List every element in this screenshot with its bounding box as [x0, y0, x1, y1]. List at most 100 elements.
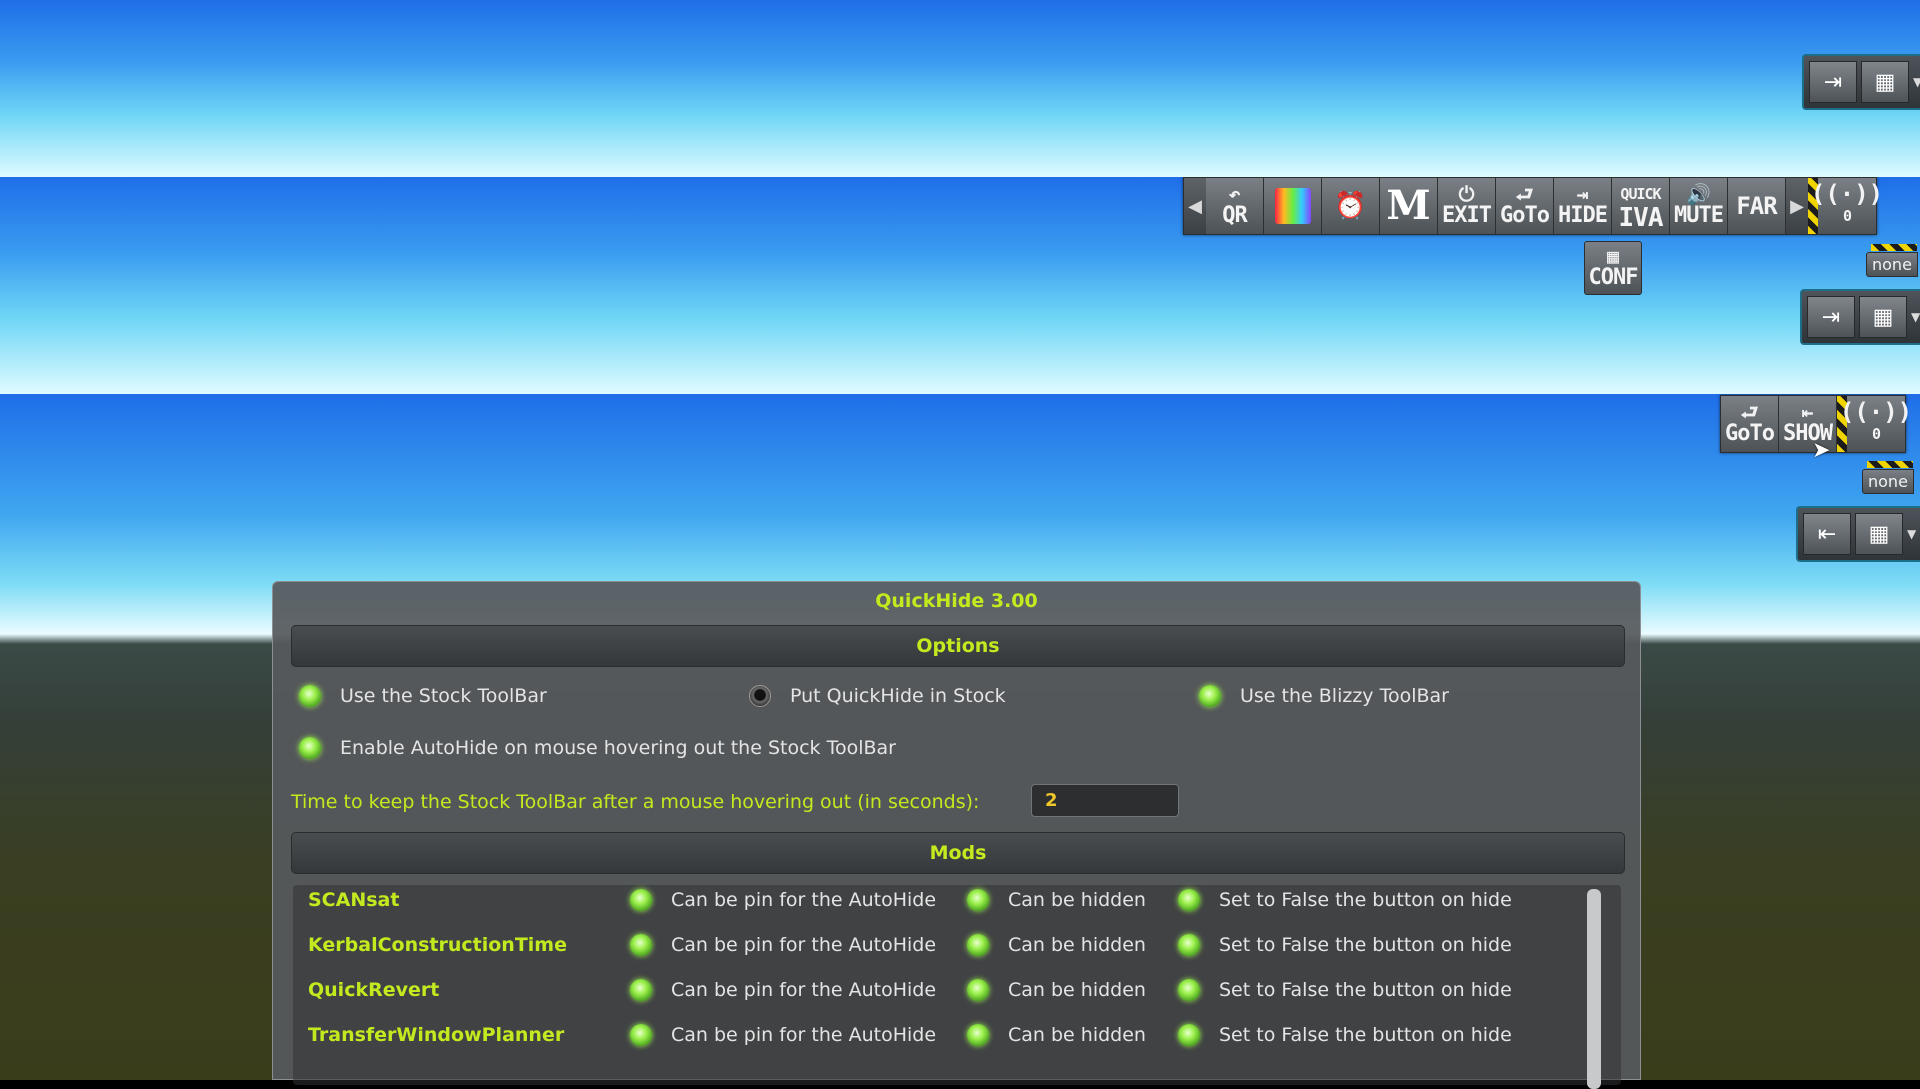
config-icon: ▦	[1868, 521, 1890, 547]
hidden-toggle[interactable]: Can be hidden	[967, 979, 1146, 1001]
blizzy-dropdown-icon[interactable]: ▼	[1907, 513, 1917, 555]
option-label: Use the Stock ToolBar	[340, 685, 547, 707]
show-button-blizzy[interactable]: ⇤	[1803, 513, 1851, 555]
antenna-count: 0	[1842, 207, 1852, 225]
mod-name: QuickRevert	[308, 979, 440, 1001]
conf-button-blizzy[interactable]: ▦	[1855, 513, 1903, 555]
return-arrow-icon: ⮐	[1740, 400, 1759, 424]
power-icon: ⏻	[1458, 182, 1475, 206]
timer-input[interactable]: 2	[1031, 784, 1179, 817]
hide-button[interactable]: ⇥ HIDE	[1554, 178, 1612, 234]
antenna-button[interactable]: ((·)) 0	[1811, 178, 1883, 234]
toggle-on-icon	[1199, 685, 1221, 707]
show-arrow-icon: ⇤	[1817, 521, 1837, 547]
goto-button[interactable]: ⮐ GoTo	[1721, 396, 1779, 452]
mod-name: TransferWindowPlanner	[308, 1024, 565, 1046]
list-item: QuickRevert Can be pin for the AutoHide …	[293, 975, 1593, 1007]
enable-autohide-toggle[interactable]: Enable AutoHide on mouse hovering out th…	[299, 737, 896, 759]
toggle-on-icon	[299, 737, 321, 759]
exit-button[interactable]: ⏻ EXIT	[1438, 178, 1496, 234]
mechjeb-button[interactable]: M	[1380, 178, 1438, 234]
option-label: Can be hidden	[1008, 1024, 1146, 1046]
mods-header: Mods	[291, 832, 1625, 874]
alarm-clock-button[interactable]: ⏰	[1322, 178, 1380, 234]
option-label: Can be pin for the AutoHide	[671, 1024, 937, 1046]
toolbar-left-arrow-icon[interactable]: ◀	[1184, 178, 1206, 234]
button-label: CONF	[1588, 265, 1639, 290]
blizzy-toolbar: ⇥ ▦ ▼	[1800, 289, 1920, 345]
button-label: QR	[1222, 203, 1247, 228]
put-in-stock-toggle[interactable]: Put QuickHide in Stock	[749, 685, 1006, 707]
quickhide-window: QuickHide 3.00 Options Use the Stock Too…	[272, 581, 1641, 1089]
antenna-icon: ((·))	[1810, 180, 1884, 208]
false-on-hide-toggle[interactable]: Set to False the button on hide	[1178, 889, 1512, 911]
far-button[interactable]: FAR	[1728, 178, 1786, 234]
option-label: Can be pin for the AutoHide	[671, 889, 937, 911]
option-label: Set to False the button on hide	[1219, 934, 1512, 956]
use-blizzy-toggle[interactable]: Use the Blizzy ToolBar	[1199, 685, 1449, 707]
goto-button[interactable]: ⮐ GoTo	[1496, 178, 1554, 234]
conf-button-blizzy[interactable]: ▦	[1861, 61, 1909, 103]
toggle-on-icon	[630, 934, 652, 956]
list-item: SCANsat Can be pin for the AutoHide Can …	[293, 885, 1593, 917]
mods-scrollbar[interactable]	[1587, 889, 1601, 1089]
toggle-on-icon	[1178, 979, 1200, 1001]
pin-toggle[interactable]: Can be pin for the AutoHide	[630, 934, 936, 956]
toggle-on-icon	[1178, 1024, 1200, 1046]
options-header: Options	[291, 625, 1625, 667]
false-on-hide-toggle[interactable]: Set to False the button on hide	[1178, 979, 1512, 1001]
option-label: Can be pin for the AutoHide	[671, 934, 937, 956]
antenna-count: 0	[1871, 425, 1881, 443]
list-item: TransferWindowPlanner Can be pin for the…	[293, 1020, 1593, 1052]
hide-button-blizzy[interactable]: ⇥	[1807, 296, 1855, 338]
false-on-hide-toggle[interactable]: Set to False the button on hide	[1178, 934, 1512, 956]
blizzy-toolbar: ⇤ ▦ ▼	[1796, 506, 1920, 562]
antenna-icon: ((·))	[1839, 398, 1913, 426]
option-label: Set to False the button on hide	[1219, 1024, 1512, 1046]
conf-button[interactable]: ▦ CONF	[1584, 241, 1642, 295]
show-arrow-icon: ⇤	[1801, 400, 1814, 424]
hide-arrow-icon: ⇥	[1821, 304, 1841, 330]
hide-arrow-icon: ⇥	[1823, 69, 1843, 95]
toggle-on-icon	[630, 889, 652, 911]
mouse-cursor-icon: ➤	[1812, 438, 1831, 463]
quick-iva-button[interactable]: QUICK IVA	[1612, 178, 1670, 234]
hidden-toggle[interactable]: Can be hidden	[967, 1024, 1146, 1046]
button-label: EXIT	[1442, 203, 1492, 228]
pin-toggle[interactable]: Can be pin for the AutoHide	[630, 1024, 936, 1046]
hide-button-blizzy[interactable]: ⇥	[1809, 61, 1857, 103]
blizzy-dropdown-icon[interactable]: ▼	[1911, 296, 1920, 338]
option-label: Can be hidden	[1008, 889, 1146, 911]
toggle-on-icon	[1178, 934, 1200, 956]
hide-arrow-icon: ⇥	[1576, 182, 1589, 206]
toggle-on-icon	[630, 979, 652, 1001]
stock-toolbar: ◀ ↶ QR ⏰ M ⏻ EXIT ⮐ GoTo ⇥ HIDE QUICK IVA 🔊 MU…	[1183, 177, 1883, 235]
false-on-hide-toggle[interactable]: Set to False the button on hide	[1178, 1024, 1512, 1046]
toggle-on-icon	[967, 934, 989, 956]
option-label: Set to False the button on hide	[1219, 889, 1512, 911]
mute-button[interactable]: 🔊 MUTE	[1670, 178, 1728, 234]
option-label: Set to False the button on hide	[1219, 979, 1512, 1001]
hidden-toggle[interactable]: Can be hidden	[967, 889, 1146, 911]
button-label: MUTE	[1674, 203, 1724, 228]
toolbar-right-arrow-icon[interactable]: ▶	[1786, 178, 1808, 234]
antenna-button[interactable]: ((·)) 0	[1840, 396, 1912, 452]
button-label: GoTo	[1500, 203, 1550, 228]
hidden-toggle[interactable]: Can be hidden	[967, 934, 1146, 956]
scene-strip-2: ◀ ↶ QR ⏰ M ⏻ EXIT ⮐ GoTo ⇥ HIDE QUICK IVA 🔊 MU…	[0, 177, 1920, 394]
blizzy-dropdown-icon[interactable]: ▼	[1913, 61, 1920, 103]
none-tag: none	[1866, 244, 1918, 277]
toggle-on-icon	[630, 1024, 652, 1046]
scansat-button[interactable]	[1264, 178, 1322, 234]
return-arrow-icon: ⮐	[1515, 182, 1534, 206]
mechjeb-icon: M	[1386, 182, 1431, 229]
pin-toggle[interactable]: Can be pin for the AutoHide	[630, 979, 936, 1001]
quickrevert-button[interactable]: ↶ QR	[1206, 178, 1264, 234]
button-label: GoTo	[1725, 421, 1775, 446]
config-icon: ▦	[1872, 304, 1894, 330]
window-title: QuickHide 3.00	[875, 590, 1038, 612]
none-tag: none	[1862, 461, 1914, 494]
conf-button-blizzy[interactable]: ▦	[1859, 296, 1907, 338]
use-stock-toggle[interactable]: Use the Stock ToolBar	[299, 685, 547, 707]
pin-toggle[interactable]: Can be pin for the AutoHide	[630, 889, 936, 911]
